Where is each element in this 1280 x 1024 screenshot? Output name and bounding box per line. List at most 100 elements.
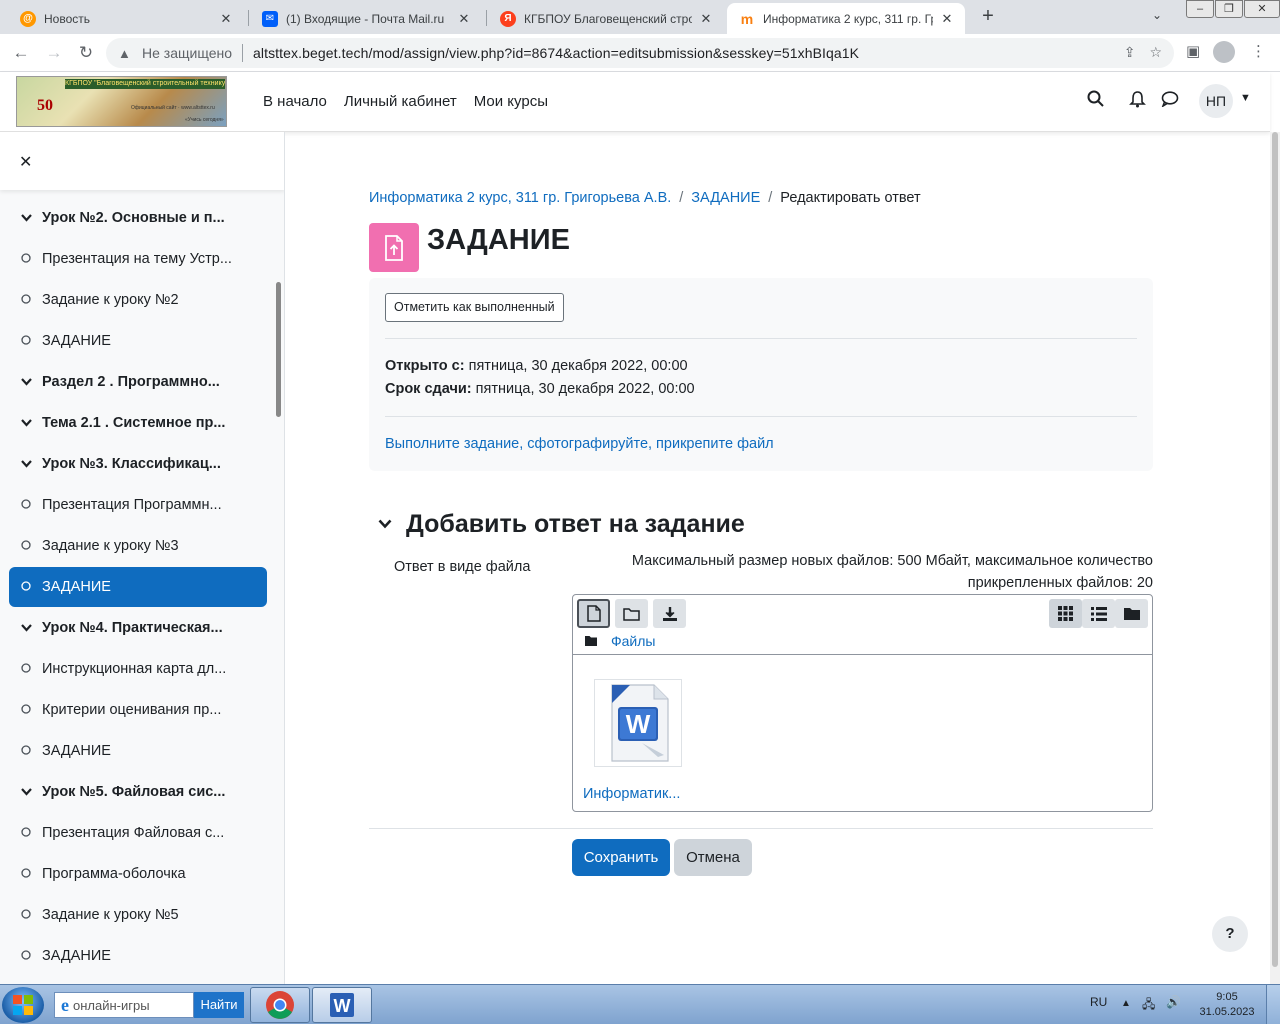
browser-tab-college[interactable]: Я КГБПОУ Благовещенский строи ✕ (488, 3, 724, 34)
course-activity-item[interactable]: Презентация на тему Устр... (9, 239, 267, 279)
course-activity-item[interactable]: Инструкционная карта дл... (9, 649, 267, 689)
view-tree-button[interactable] (1115, 599, 1148, 628)
course-section-item[interactable]: Урок №2. Основные и п... (9, 198, 267, 238)
cancel-button[interactable]: Отмена (674, 839, 752, 876)
course-section-item[interactable]: Урок №5. Файловая сис... (9, 772, 267, 812)
window-close-icon[interactable]: ✕ (1244, 0, 1280, 18)
show-desktop-button[interactable] (1266, 985, 1280, 1024)
view-list-button[interactable] (1082, 599, 1115, 628)
close-tab-icon[interactable]: ✕ (939, 11, 955, 27)
taskbar-search-input[interactable]: e онлайн-игры (54, 992, 194, 1018)
search-go-button[interactable]: Найти (194, 992, 244, 1018)
course-activity-item[interactable]: Презентация Файловая с... (9, 813, 267, 853)
bookmark-star-icon[interactable]: ☆ (1149, 44, 1162, 61)
chat-bubble-icon[interactable] (1161, 90, 1179, 112)
breadcrumb-activity-link[interactable]: ЗАДАНИЕ (691, 190, 760, 206)
language-indicator[interactable]: RU (1090, 995, 1107, 1009)
svg-text:W: W (626, 709, 651, 739)
course-activity-item[interactable]: Задание к уроку №2 (9, 280, 267, 320)
course-activity-item[interactable]: ЗАДАНИЕ (9, 321, 267, 361)
side-panel-icon[interactable]: ▣ (1186, 42, 1200, 60)
tab-label: Новость (44, 11, 91, 26)
nav-dashboard-link[interactable]: Личный кабинет (344, 93, 457, 110)
share-icon[interactable]: ⇪ (1124, 44, 1136, 61)
insecure-label[interactable]: Не защищено (142, 45, 232, 61)
course-activity-item[interactable]: Презентация Программн... (9, 485, 267, 525)
course-activity-item[interactable]: ЗАДАНИЕ (9, 567, 267, 607)
start-button[interactable] (2, 987, 44, 1023)
close-tab-icon[interactable]: ✕ (698, 11, 714, 27)
assignment-intro-link[interactable]: Выполните задание, сфотографируйте, прик… (385, 436, 774, 452)
course-section-item[interactable]: Тема 2.1 . Системное пр... (9, 403, 267, 443)
system-clock[interactable]: 9:05 31.05.2023 (1196, 990, 1258, 1020)
browser-tab-mail[interactable]: ✉ (1) Входящие - Почта Mail.ru ✕ (250, 3, 482, 34)
submission-section-header[interactable]: Добавить ответ на задание (378, 510, 745, 539)
mark-as-done-button[interactable]: Отметить как выполненный (385, 293, 564, 322)
tray-arrow-icon[interactable]: ▲ (1121, 998, 1131, 1009)
user-avatar[interactable]: НП (1199, 84, 1233, 118)
create-folder-button[interactable] (615, 599, 648, 628)
chevron-down-icon[interactable] (21, 785, 42, 799)
back-arrow-icon[interactable]: ← (9, 41, 33, 65)
page-scrollbar[interactable] (1270, 132, 1280, 984)
chevron-down-icon[interactable] (378, 516, 392, 534)
drawer-scrollbar[interactable] (276, 282, 281, 417)
course-activity-item[interactable]: Задание к уроку №5 (9, 895, 267, 935)
search-icon[interactable] (1087, 90, 1104, 112)
view-icons-button[interactable] (1049, 599, 1082, 628)
uploaded-file-name[interactable]: Информатик... (583, 786, 680, 802)
new-tab-button[interactable]: + (976, 5, 1000, 29)
chevron-down-icon[interactable] (21, 211, 42, 225)
chevron-down-icon[interactable] (21, 375, 42, 389)
reload-icon[interactable]: ↻ (74, 41, 98, 65)
close-drawer-icon[interactable]: ✕ (19, 152, 32, 172)
path-root-link[interactable]: Файлы (611, 633, 655, 649)
download-all-button[interactable] (653, 599, 686, 628)
course-section-item[interactable]: Раздел 2 . Программно... (9, 362, 267, 402)
course-activity-item[interactable]: ЗАДАНИЕ (9, 731, 267, 771)
help-button[interactable]: ? (1212, 916, 1248, 952)
course-activity-item[interactable]: ЗАДАНИЕ (9, 936, 267, 976)
site-logo[interactable]: КГБПОУ "Благовещенский строительный техн… (16, 76, 227, 127)
item-label: Инструкционная карта дл... (42, 661, 227, 677)
taskbar-word-button[interactable]: W (312, 987, 372, 1023)
warning-triangle-icon[interactable]: ▲ (118, 46, 134, 61)
tab-search-chevron-icon[interactable]: ⌄ (1152, 8, 1162, 22)
course-section-item[interactable]: Урок №3. Классификац... (9, 444, 267, 484)
course-activity-item[interactable]: Программа-оболочка (9, 854, 267, 894)
menu-dots-icon[interactable]: ⋮ (1251, 42, 1266, 60)
item-label: ЗАДАНИЕ (42, 333, 111, 349)
uploaded-file-thumbnail[interactable]: W (594, 679, 682, 767)
close-tab-icon[interactable]: ✕ (218, 11, 234, 27)
course-section-item[interactable]: Урок №4. Практическая... (9, 608, 267, 648)
address-bar[interactable]: ▲ Не защищено altsttex.beget.tech/mod/as… (106, 38, 1174, 68)
save-button[interactable]: Сохранить (572, 839, 670, 876)
bell-icon[interactable] (1129, 90, 1146, 113)
url-text[interactable]: altsttex.beget.tech/mod/assign/view.php?… (253, 45, 859, 61)
browser-tab-informatics[interactable]: m Информатика 2 курс, 311 гр. Гри ✕ (727, 3, 965, 34)
chevron-down-icon[interactable] (21, 457, 42, 471)
course-activity-item[interactable]: Критерии оценивания пр... (9, 690, 267, 730)
item-label: Программа-оболочка (42, 866, 186, 882)
taskbar-chrome-button[interactable] (250, 987, 310, 1023)
activity-header: Отметить как выполненный Открыто с: пятн… (369, 278, 1153, 471)
add-file-button[interactable] (577, 599, 610, 628)
chevron-down-icon[interactable]: ▼ (1240, 92, 1251, 104)
forward-arrow-icon[interactable]: → (42, 41, 66, 65)
close-tab-icon[interactable]: ✕ (456, 11, 472, 27)
network-icon[interactable]: 🖧 (1142, 995, 1155, 1016)
browser-tab-news[interactable]: @ Новость ✕ (8, 3, 244, 34)
chevron-down-icon[interactable] (21, 416, 42, 430)
minimize-icon[interactable]: – (1186, 0, 1214, 18)
item-label: Презентация Файловая с... (42, 825, 225, 841)
volume-icon[interactable]: 🔊 (1166, 995, 1181, 1009)
nav-my-courses-link[interactable]: Мои курсы (474, 93, 548, 110)
breadcrumb-current: Редактировать ответ (780, 190, 921, 206)
profile-avatar-icon[interactable] (1213, 41, 1235, 63)
chevron-down-icon[interactable] (21, 621, 42, 635)
page-scrollbar-thumb[interactable] (1272, 132, 1278, 967)
course-activity-item[interactable]: Задание к уроку №3 (9, 526, 267, 566)
nav-home-link[interactable]: В начало (263, 93, 327, 110)
breadcrumb-course-link[interactable]: Информатика 2 курс, 311 гр. Григорьева А… (369, 190, 671, 206)
restore-icon[interactable]: ❐ (1215, 0, 1243, 18)
